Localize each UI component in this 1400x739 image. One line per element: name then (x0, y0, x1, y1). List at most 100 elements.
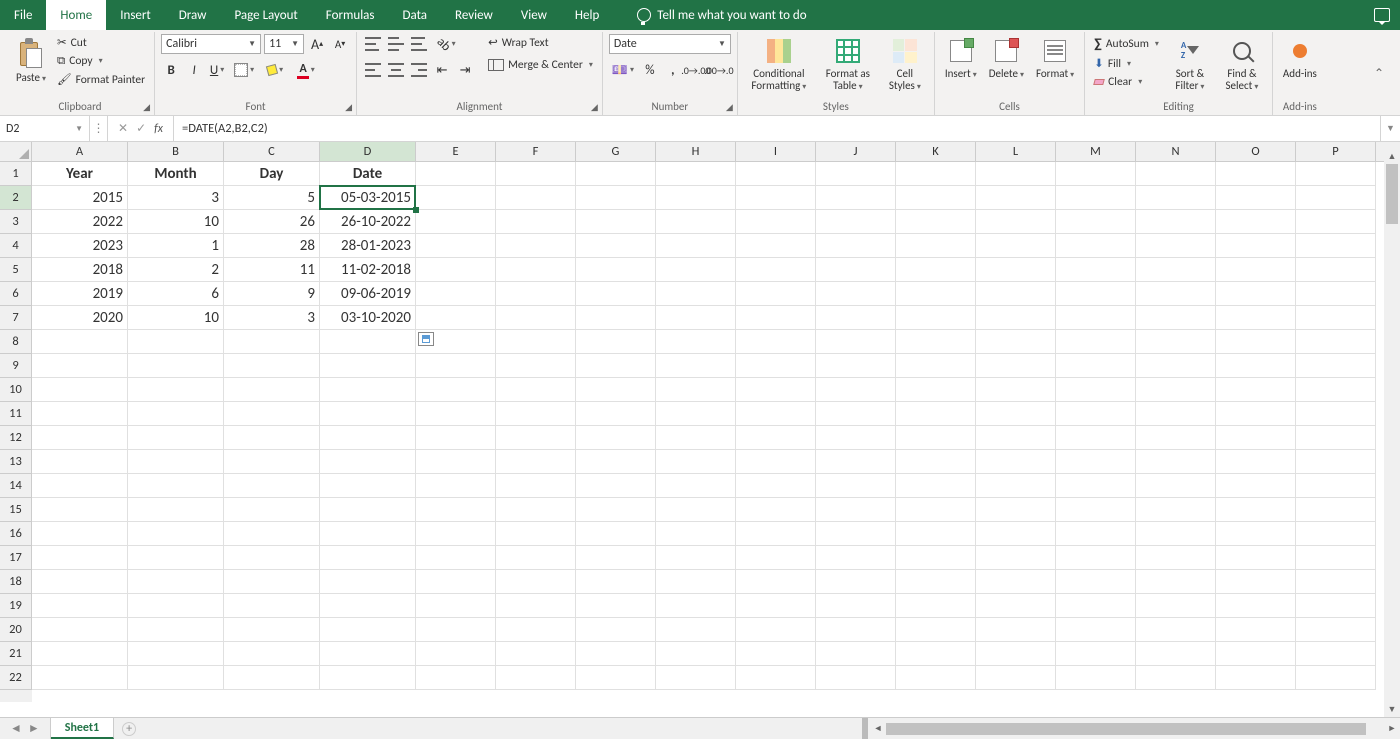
cell-I8[interactable] (736, 330, 816, 354)
cell-N11[interactable] (1136, 402, 1216, 426)
cell-P7[interactable] (1296, 306, 1376, 330)
column-header-K[interactable]: K (896, 142, 976, 161)
cell-K16[interactable] (896, 522, 976, 546)
cell-H3[interactable] (656, 210, 736, 234)
row-header-7[interactable]: 7 (0, 306, 32, 330)
cell-L19[interactable] (976, 594, 1056, 618)
delete-cells-button[interactable]: Delete (985, 34, 1028, 82)
cell-C11[interactable] (224, 402, 320, 426)
cell-D8[interactable] (320, 330, 416, 354)
tab-review[interactable]: Review (441, 0, 507, 30)
cell-A13[interactable] (32, 450, 128, 474)
cell-P21[interactable] (1296, 642, 1376, 666)
cell-F19[interactable] (496, 594, 576, 618)
cell-O9[interactable] (1216, 354, 1296, 378)
cell-P10[interactable] (1296, 378, 1376, 402)
row-header-15[interactable]: 15 (0, 498, 32, 522)
cell-I3[interactable] (736, 210, 816, 234)
cell-C3[interactable]: 26 (224, 210, 320, 234)
cell-K12[interactable] (896, 426, 976, 450)
cell-D11[interactable] (320, 402, 416, 426)
cell-C2[interactable]: 5 (224, 186, 320, 210)
cell-B8[interactable] (128, 330, 224, 354)
cell-F18[interactable] (496, 570, 576, 594)
scroll-left-button[interactable]: ◄ (870, 721, 886, 737)
cell-P1[interactable] (1296, 162, 1376, 186)
cell-L8[interactable] (976, 330, 1056, 354)
cell-F7[interactable] (496, 306, 576, 330)
cell-H6[interactable] (656, 282, 736, 306)
sheet-nav-prev[interactable]: ◄ (10, 721, 22, 736)
cell-M11[interactable] (1056, 402, 1136, 426)
format-as-table-button[interactable]: Format as Table (818, 34, 878, 94)
cell-A14[interactable] (32, 474, 128, 498)
align-middle-button[interactable] (386, 34, 406, 54)
copy-button[interactable]: ⧉Copy (54, 53, 148, 69)
cell-N22[interactable] (1136, 666, 1216, 690)
cell-A6[interactable]: 2019 (32, 282, 128, 306)
cell-M16[interactable] (1056, 522, 1136, 546)
cell-N17[interactable] (1136, 546, 1216, 570)
cell-B12[interactable] (128, 426, 224, 450)
cell-K21[interactable] (896, 642, 976, 666)
cell-J8[interactable] (816, 330, 896, 354)
cell-G16[interactable] (576, 522, 656, 546)
cell-L13[interactable] (976, 450, 1056, 474)
cell-K5[interactable] (896, 258, 976, 282)
cell-O4[interactable] (1216, 234, 1296, 258)
cell-F13[interactable] (496, 450, 576, 474)
orientation-button[interactable]: ab (432, 34, 460, 54)
cell-K15[interactable] (896, 498, 976, 522)
cell-O11[interactable] (1216, 402, 1296, 426)
cell-A1[interactable]: Year (32, 162, 128, 186)
row-header-3[interactable]: 3 (0, 210, 32, 234)
cell-J16[interactable] (816, 522, 896, 546)
cell-E13[interactable] (416, 450, 496, 474)
cell-O13[interactable] (1216, 450, 1296, 474)
cell-A15[interactable] (32, 498, 128, 522)
cell-J14[interactable] (816, 474, 896, 498)
row-header-19[interactable]: 19 (0, 594, 32, 618)
cell-E7[interactable] (416, 306, 496, 330)
cell-G17[interactable] (576, 546, 656, 570)
cell-H13[interactable] (656, 450, 736, 474)
cell-F3[interactable] (496, 210, 576, 234)
cell-B21[interactable] (128, 642, 224, 666)
cell-styles-button[interactable]: Cell Styles (882, 34, 928, 94)
italic-button[interactable]: I (184, 60, 204, 80)
column-header-F[interactable]: F (496, 142, 576, 161)
cell-G18[interactable] (576, 570, 656, 594)
cell-P9[interactable] (1296, 354, 1376, 378)
cell-G2[interactable] (576, 186, 656, 210)
cell-G12[interactable] (576, 426, 656, 450)
number-dialog-launcher[interactable]: ◢ (724, 102, 735, 113)
cell-C10[interactable] (224, 378, 320, 402)
align-bottom-button[interactable] (409, 34, 429, 54)
cell-O15[interactable] (1216, 498, 1296, 522)
cell-A3[interactable]: 2022 (32, 210, 128, 234)
cell-L20[interactable] (976, 618, 1056, 642)
cell-L10[interactable] (976, 378, 1056, 402)
cell-I19[interactable] (736, 594, 816, 618)
cell-B14[interactable] (128, 474, 224, 498)
column-header-A[interactable]: A (32, 142, 128, 161)
cell-E10[interactable] (416, 378, 496, 402)
cell-J19[interactable] (816, 594, 896, 618)
increase-indent-button[interactable]: ⇥ (455, 60, 475, 80)
cell-P12[interactable] (1296, 426, 1376, 450)
cell-B11[interactable] (128, 402, 224, 426)
column-header-C[interactable]: C (224, 142, 320, 161)
clear-button[interactable]: Clear (1091, 74, 1162, 90)
cell-O17[interactable] (1216, 546, 1296, 570)
cell-I10[interactable] (736, 378, 816, 402)
cell-H14[interactable] (656, 474, 736, 498)
cell-D10[interactable] (320, 378, 416, 402)
cell-P16[interactable] (1296, 522, 1376, 546)
cell-P6[interactable] (1296, 282, 1376, 306)
cell-B7[interactable]: 10 (128, 306, 224, 330)
sort-filter-button[interactable]: Sort & Filter (1166, 34, 1214, 94)
cell-C18[interactable] (224, 570, 320, 594)
cell-B18[interactable] (128, 570, 224, 594)
row-header-8[interactable]: 8 (0, 330, 32, 354)
font-dialog-launcher[interactable]: ◢ (343, 102, 354, 113)
